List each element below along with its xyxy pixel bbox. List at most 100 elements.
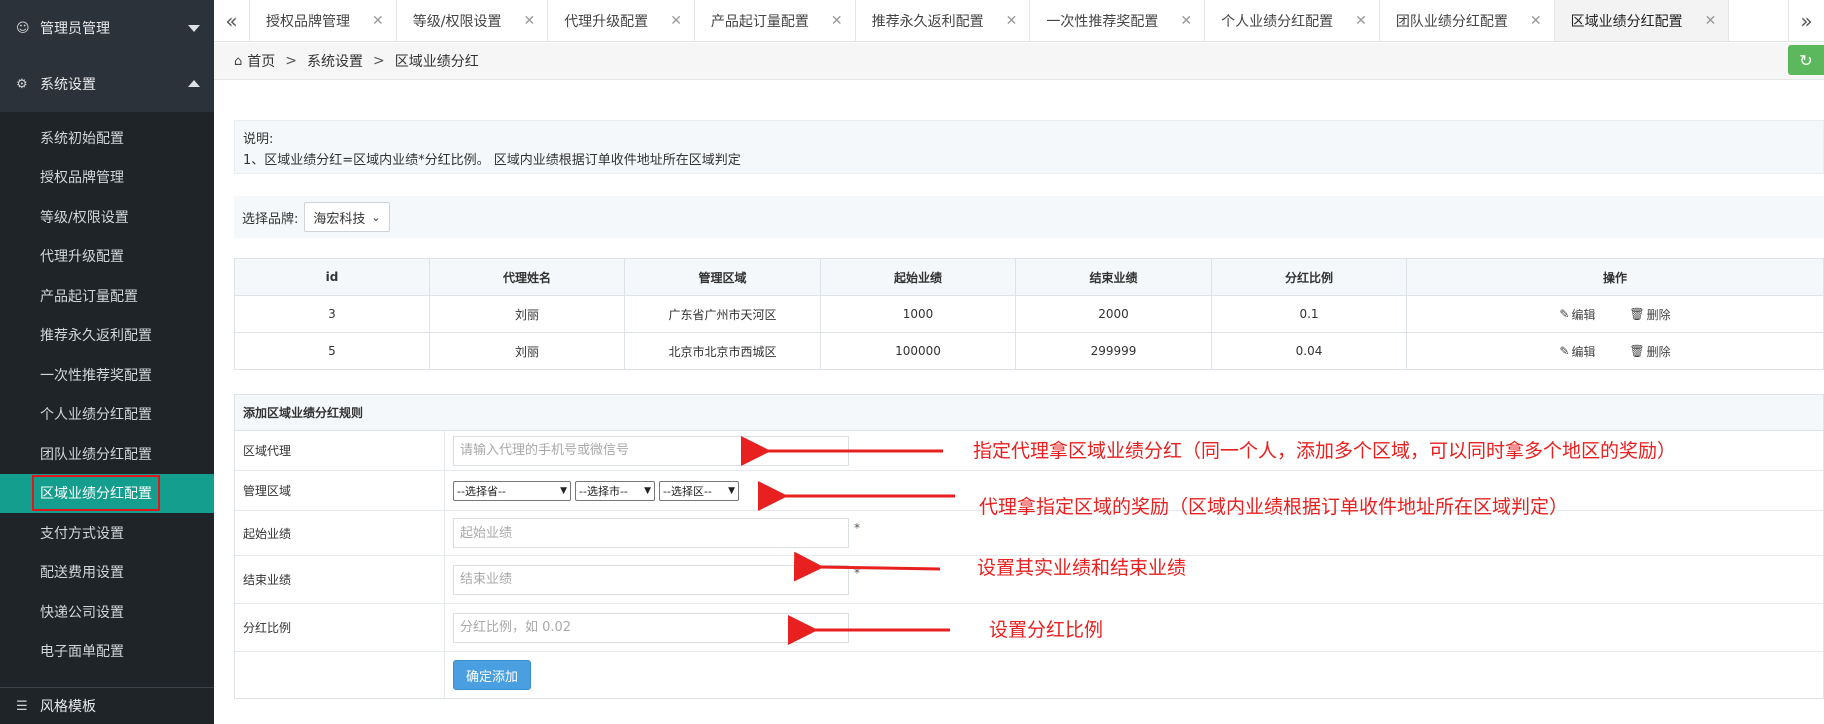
close-icon[interactable]: ✕ (1355, 13, 1367, 29)
close-icon[interactable]: ✕ (670, 13, 682, 29)
brand-select[interactable]: 海宏科技 ⌄ (304, 202, 390, 232)
delete-link[interactable]: 🗑 删除 (1629, 306, 1670, 323)
tab-bar: « 授权品牌管理 ✕ 等级/权限设置 ✕ 代理升级配置 ✕ 产品起订量配置 ✕ 推荐永久… (214, 0, 1824, 42)
annotation-agent: 指定代理拿区域业绩分红（同一个人，添加多个区域，可以同时拿多个地区的奖励） (973, 440, 1677, 462)
edit-link[interactable]: ✎ 编辑 (1559, 306, 1595, 323)
tab-label: 产品起订量配置 (710, 13, 809, 30)
chevron-down-icon: ⌄ (371, 210, 381, 224)
sidebar-group-settings[interactable]: ⚙ 系统设置 (0, 56, 214, 112)
sidebar-group-label: 管理员管理 (40, 21, 110, 37)
tab[interactable]: 等级/权限设置 ✕ (397, 0, 549, 41)
close-icon[interactable]: ✕ (1705, 13, 1717, 29)
delete-label: 删除 (1646, 344, 1671, 359)
table-cell: 刘丽 (429, 332, 625, 370)
required-mark: * (854, 566, 860, 580)
sidebar-item[interactable]: 授权品牌管理 (0, 158, 214, 198)
district-select-value: --选择区-- (663, 484, 712, 498)
table-cell: 100000 (820, 332, 1016, 370)
submit-button[interactable]: 确定添加 (453, 660, 532, 690)
sidebar-item-label: 电子面单配置 (40, 644, 124, 661)
city-select[interactable]: --选择市-- ▼ (575, 480, 655, 501)
close-icon[interactable]: ✕ (1530, 13, 1542, 29)
breadcrumb-separator: > (285, 53, 297, 69)
breadcrumb-level1[interactable]: 系统设置 (307, 51, 363, 71)
sidebar-item-label: 配送费用设置 (40, 565, 124, 582)
sidebar-group-theme[interactable]: ☰ 风格模板 (0, 687, 214, 724)
sidebar-item[interactable]: 支付方式设置 (0, 513, 214, 553)
chevron-down-icon: ▼ (644, 485, 651, 496)
close-icon[interactable]: ✕ (1180, 13, 1192, 29)
pencil-icon: ✎ (1559, 307, 1570, 321)
sidebar-item-label: 快递公司设置 (40, 604, 124, 621)
column-header: 操作 (1406, 258, 1824, 296)
table-cell: 广东省广州市天河区 (624, 295, 821, 333)
edit-link[interactable]: ✎ 编辑 (1559, 343, 1595, 360)
breadcrumb-home[interactable]: 首页 (247, 51, 275, 71)
table-cell: 刘丽 (429, 295, 625, 333)
home-icon: ⌂ (234, 53, 243, 69)
sidebar-group-admin[interactable]: ☺ 管理员管理 (0, 0, 214, 56)
tab-region-bonus[interactable]: 区域业绩分红配置 ✕ (1554, 0, 1730, 41)
sidebar: ☺ 管理员管理 ⚙ 系统设置 系统初始配置 授权品牌管理 等级/权限设置 代理升… (0, 0, 214, 724)
close-icon[interactable]: ✕ (372, 13, 384, 29)
sidebar-item[interactable]: 配送费用设置 (0, 553, 214, 593)
edit-label: 编辑 (1571, 307, 1596, 322)
end-input[interactable] (453, 564, 849, 595)
tab[interactable]: 个人业绩分红配置 ✕ (1205, 0, 1380, 41)
layers-icon: ☰ (16, 698, 28, 714)
column-header: 起始业绩 (820, 258, 1016, 296)
column-header: 代理姓名 (429, 258, 625, 296)
sidebar-item[interactable]: 产品起订量配置 (0, 276, 214, 316)
sidebar-item[interactable]: 等级/权限设置 (0, 197, 214, 237)
table-header-row: id 代理姓名 管理区域 起始业绩 结束业绩 分红比例 操作 (234, 258, 1824, 296)
start-label: 起始业绩 (235, 511, 445, 555)
sidebar-item[interactable]: 快递公司设置 (0, 592, 214, 632)
tab[interactable]: 代理升级配置 ✕ (548, 0, 695, 41)
sidebar-item[interactable]: 个人业绩分红配置 (0, 395, 214, 435)
sidebar-item[interactable]: 代理升级配置 (0, 237, 214, 277)
end-label: 结束业绩 (235, 556, 445, 603)
tab-label: 代理升级配置 (564, 13, 649, 30)
region-bonus-table: id 代理姓名 管理区域 起始业绩 结束业绩 分红比例 操作 3 刘丽 广东省广… (234, 258, 1824, 370)
description-box: 说明: 1、区域业绩分红=区域内业绩*分红比例。 区域内业绩根据订单收件地址所在… (234, 120, 1824, 174)
table-actions: ✎ 编辑 🗑 删除 (1406, 332, 1824, 370)
tab[interactable]: 推荐永久返利配置 ✕ (856, 0, 1031, 41)
sidebar-item[interactable]: 团队业绩分红配置 (0, 434, 214, 474)
sidebar-item-region-bonus[interactable]: 区域业绩分红配置 (0, 473, 214, 513)
agent-label: 区域代理 (235, 431, 445, 470)
agent-input[interactable] (453, 435, 849, 466)
sidebar-group-label: 系统设置 (40, 77, 96, 93)
tabs-scroll-right-icon[interactable]: » (1788, 0, 1824, 41)
close-icon[interactable]: ✕ (523, 13, 535, 29)
tab[interactable]: 团队业绩分红配置 ✕ (1380, 0, 1555, 41)
tab-label: 推荐永久返利配置 (871, 13, 984, 30)
gear-icon: ⚙ (16, 76, 28, 92)
ratio-input[interactable] (453, 612, 849, 643)
province-select[interactable]: --选择省-- ▼ (453, 480, 571, 501)
tab[interactable]: 一次性推荐奖配置 ✕ (1030, 0, 1206, 41)
form-title: 添加区域业绩分红规则 (235, 395, 1823, 431)
edit-label: 编辑 (1571, 344, 1596, 359)
close-icon[interactable]: ✕ (1006, 13, 1018, 29)
tabs-scroll-left-icon[interactable]: « (214, 0, 250, 41)
sidebar-item[interactable]: 电子面单配置 (0, 632, 214, 672)
description-title: 说明: (243, 132, 274, 147)
tab-label: 一次性推荐奖配置 (1046, 13, 1159, 30)
breadcrumb-level2: 区域业绩分红 (394, 54, 479, 70)
delete-link[interactable]: 🗑 删除 (1629, 343, 1670, 360)
annotation-region: 代理拿指定区域的奖励（区域内业绩根据订单收件地址所在区域判定） (979, 496, 1569, 518)
start-input[interactable] (453, 518, 849, 548)
tab[interactable]: 授权品牌管理 ✕ (250, 0, 397, 41)
app-root: ☺ 管理员管理 ⚙ 系统设置 系统初始配置 授权品牌管理 等级/权限设置 代理升… (0, 0, 1824, 724)
breadcrumb-separator: > (373, 53, 385, 69)
district-select[interactable]: --选择区-- ▼ (659, 480, 739, 501)
form-row-submit: 确定添加 (235, 652, 1823, 698)
sidebar-item[interactable]: 推荐永久返利配置 (0, 316, 214, 356)
tab[interactable]: 产品起订量配置 ✕ (695, 0, 856, 41)
refresh-button[interactable]: ↻ (1788, 45, 1824, 75)
sidebar-group-label: 风格模板 (40, 699, 96, 715)
sidebar-item[interactable]: 一次性推荐奖配置 (0, 355, 214, 395)
sidebar-item[interactable]: 系统初始配置 (0, 118, 214, 158)
close-icon[interactable]: ✕ (831, 13, 843, 29)
tab-label: 区域业绩分红配置 (1570, 13, 1683, 30)
